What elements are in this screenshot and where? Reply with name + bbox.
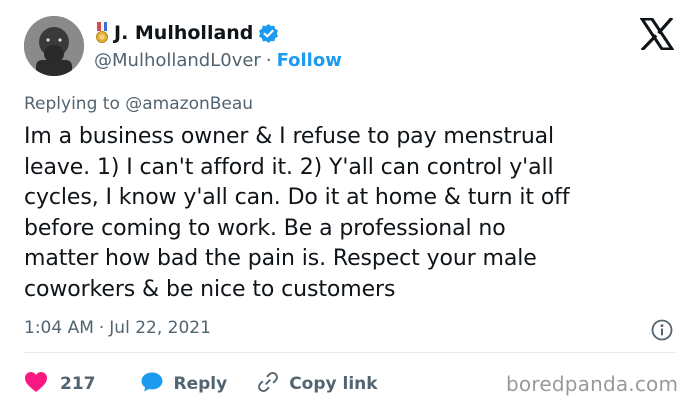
reply-label: Reply — [173, 374, 228, 394]
divider — [24, 352, 676, 353]
x-logo-icon[interactable] — [639, 16, 675, 52]
follow-button[interactable]: Follow — [277, 50, 342, 71]
tweet-time: 1:04 AM — [24, 318, 94, 338]
action-bar: 217 Reply Copy link — [24, 370, 378, 398]
timestamp-separator: · — [98, 318, 105, 338]
info-icon[interactable] — [651, 319, 673, 341]
tweet-text: Im a business owner & I refuse to pay me… — [24, 124, 570, 302]
copy-link-label: Copy link — [289, 374, 378, 394]
tweet-date: Jul 22, 2021 — [109, 318, 211, 338]
copy-link-button[interactable]: Copy link — [257, 371, 378, 398]
reply-bubble-icon — [140, 371, 164, 398]
military-medal-icon — [94, 22, 110, 44]
display-name[interactable]: J. Mulholland — [114, 22, 253, 44]
user-handle[interactable]: @MulhollandL0ver — [94, 50, 261, 71]
avatar[interactable] — [24, 16, 84, 76]
verified-badge-icon — [258, 23, 279, 44]
tweet-card: J. Mulholland @MulhollandL0ver · Follow … — [0, 0, 700, 410]
reply-context-handle[interactable]: @amazonBeau — [125, 94, 253, 114]
reply-context: Replying to @amazonBeau — [24, 94, 253, 114]
like-button[interactable]: 217 — [24, 371, 96, 398]
watermark: boredpanda.com — [506, 372, 679, 396]
author-name-row: J. Mulholland — [94, 20, 279, 46]
reply-button[interactable]: Reply — [140, 371, 228, 398]
handle-row: @MulhollandL0ver · Follow — [94, 48, 342, 72]
handle-separator: · — [265, 49, 272, 71]
heart-icon — [24, 371, 48, 398]
reply-context-prefix: Replying to — [24, 94, 120, 114]
link-icon — [257, 371, 279, 398]
like-count: 217 — [60, 374, 96, 394]
tweet-timestamp[interactable]: 1:04 AM · Jul 22, 2021 — [24, 318, 211, 338]
avatar-image — [24, 16, 84, 76]
